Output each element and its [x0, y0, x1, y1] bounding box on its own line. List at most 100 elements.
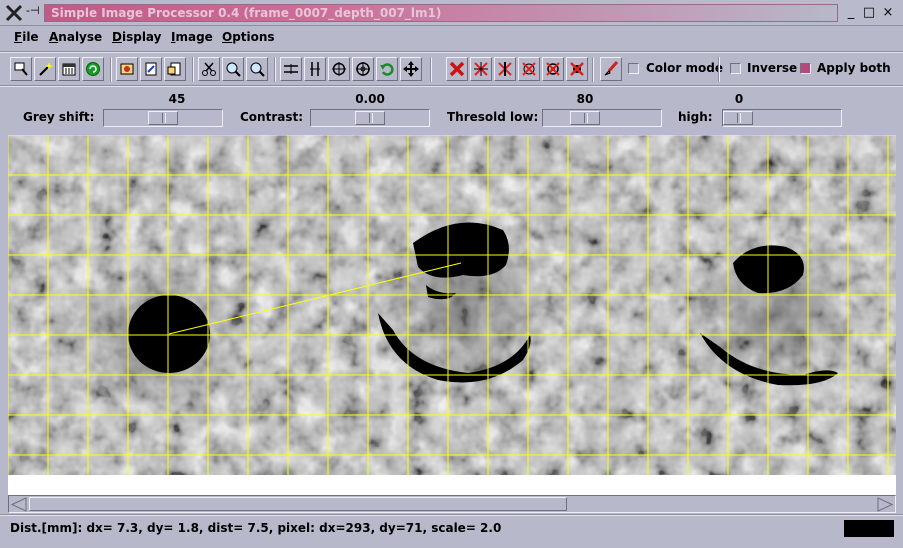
- image-load-icon: [120, 63, 134, 75]
- grey-shift-slider[interactable]: [103, 109, 223, 127]
- title-strip: Simple Image Processor 0.4 (frame_0007_d…: [44, 4, 838, 22]
- clear-cross-icon: [474, 62, 488, 76]
- maximize-button[interactable]: □: [860, 4, 878, 22]
- cut-button[interactable]: [198, 57, 220, 81]
- refresh-circle-icon: [86, 62, 100, 76]
- threshold-low-value: 80: [576, 92, 594, 106]
- clear-dot-icon: [546, 62, 560, 76]
- grey-shift-slider-thumb[interactable]: [148, 111, 178, 125]
- image-save-icon: [145, 62, 157, 76]
- clear-box-icon: [522, 62, 536, 76]
- image-blank-area: [8, 475, 896, 495]
- minimize-button[interactable]: _: [842, 4, 860, 22]
- image-canvas[interactable]: [8, 135, 896, 495]
- refresh-button[interactable]: [82, 57, 104, 81]
- circle-target-button[interactable]: [328, 57, 350, 81]
- delete-button[interactable]: [446, 57, 468, 81]
- menu-display[interactable]: Display: [112, 30, 161, 44]
- image-export-icon: [167, 62, 181, 76]
- brush-button[interactable]: [600, 57, 622, 81]
- hline-icon: [284, 64, 298, 74]
- clear-dot-button[interactable]: [542, 57, 564, 81]
- pin-icon[interactable]: -⊣: [26, 4, 40, 17]
- clear-all-icon: [570, 62, 584, 76]
- hline-button[interactable]: [280, 57, 302, 81]
- move-icon: [403, 61, 419, 77]
- scissors-icon: [202, 62, 216, 76]
- clear-star-button[interactable]: [494, 57, 516, 81]
- grey-shift-value: 45: [168, 92, 186, 106]
- select-tool-button[interactable]: [10, 57, 32, 81]
- x-window-icon[interactable]: [4, 3, 24, 23]
- vline-button[interactable]: [304, 57, 326, 81]
- grey-shift-label: Grey shift:: [23, 110, 95, 124]
- calendar-button[interactable]: [58, 57, 80, 81]
- threshold-low-label: Thresold low:: [447, 110, 539, 124]
- threshold-high-slider[interactable]: [722, 109, 842, 127]
- menu-file[interactable]: File: [14, 30, 39, 44]
- threshold-high-slider-thumb[interactable]: [723, 111, 753, 125]
- toolbar-separator: [192, 57, 194, 82]
- crosshair-circle-icon: [356, 62, 370, 76]
- toolbar-separator: [718, 57, 720, 82]
- image-load-button[interactable]: [116, 57, 138, 81]
- crosshair-button[interactable]: [352, 57, 374, 81]
- threshold-low-slider[interactable]: [542, 109, 662, 127]
- horizontal-scrollbar[interactable]: [8, 495, 896, 513]
- threshold-high-value: 0: [734, 92, 744, 106]
- contrast-label: Contrast:: [240, 110, 304, 124]
- menu-bar: File Analyse Display Image Options: [0, 27, 903, 49]
- apply-both-label: Apply both: [817, 61, 891, 75]
- toolbar-separator: [430, 57, 432, 82]
- calendar-icon: [62, 63, 76, 76]
- menu-image[interactable]: Image: [171, 30, 213, 44]
- toolbar-separator: [274, 57, 276, 82]
- zoom-in-icon: [226, 62, 241, 77]
- image-save-button[interactable]: [140, 57, 162, 81]
- window-title: Simple Image Processor 0.4 (frame_0007_d…: [51, 6, 442, 20]
- threshold-low-slider-thumb[interactable]: [570, 111, 600, 125]
- inverse-label: Inverse: [747, 61, 798, 75]
- slider-panel: 45 Grey shift: 0.00 Contrast: 80 Thresol…: [0, 88, 903, 132]
- status-indicator: [844, 520, 894, 537]
- clear-box-button[interactable]: [518, 57, 540, 81]
- inverse-checkbox[interactable]: [730, 63, 741, 74]
- menu-analyse[interactable]: Analyse: [49, 30, 102, 44]
- menu-options[interactable]: Options: [222, 30, 275, 44]
- zoom-in-button[interactable]: [222, 57, 244, 81]
- image-export-button[interactable]: [164, 57, 186, 81]
- clear-all-button[interactable]: [566, 57, 588, 81]
- magic-wand-icon: [39, 62, 53, 76]
- clear-star-icon: [498, 62, 512, 76]
- status-bar: Dist.[mm]: dx= 7.3, dy= 1.8, dist= 7.5, …: [0, 516, 903, 548]
- apply-both-checkbox[interactable]: [800, 63, 811, 74]
- toolbar: Color mode Inverse Apply both: [0, 55, 903, 85]
- undo-button[interactable]: [376, 57, 398, 81]
- title-bar: -⊣ Simple Image Processor 0.4 (frame_000…: [0, 0, 903, 26]
- clear-cross-button[interactable]: [470, 57, 492, 81]
- move-button[interactable]: [400, 57, 422, 81]
- vline-icon: [310, 62, 320, 76]
- scroll-left-arrow-icon[interactable]: [10, 497, 28, 512]
- color-mode-checkbox[interactable]: [628, 63, 639, 74]
- scroll-right-arrow-icon[interactable]: [876, 497, 894, 512]
- circle-target-icon: [332, 62, 346, 76]
- select-icon: [14, 62, 28, 76]
- zoom-out-icon: [250, 62, 265, 77]
- color-mode-label: Color mode: [646, 61, 723, 75]
- contrast-value: 0.00: [355, 92, 385, 106]
- undo-arrow-icon: [380, 63, 394, 76]
- toolbar-separator: [110, 57, 112, 82]
- threshold-high-label: high:: [678, 110, 713, 124]
- separator: [0, 51, 903, 53]
- magic-wand-button[interactable]: [34, 57, 56, 81]
- horizontal-scrollbar-thumb[interactable]: [29, 497, 567, 511]
- zoom-out-button[interactable]: [246, 57, 268, 81]
- image-view[interactable]: [8, 135, 896, 495]
- toolbar-separator: [592, 57, 594, 82]
- close-button[interactable]: ×: [879, 4, 897, 22]
- contrast-slider[interactable]: [310, 109, 430, 127]
- contrast-slider-thumb[interactable]: [355, 111, 385, 125]
- separator: [0, 85, 903, 87]
- brush-icon: [604, 61, 619, 76]
